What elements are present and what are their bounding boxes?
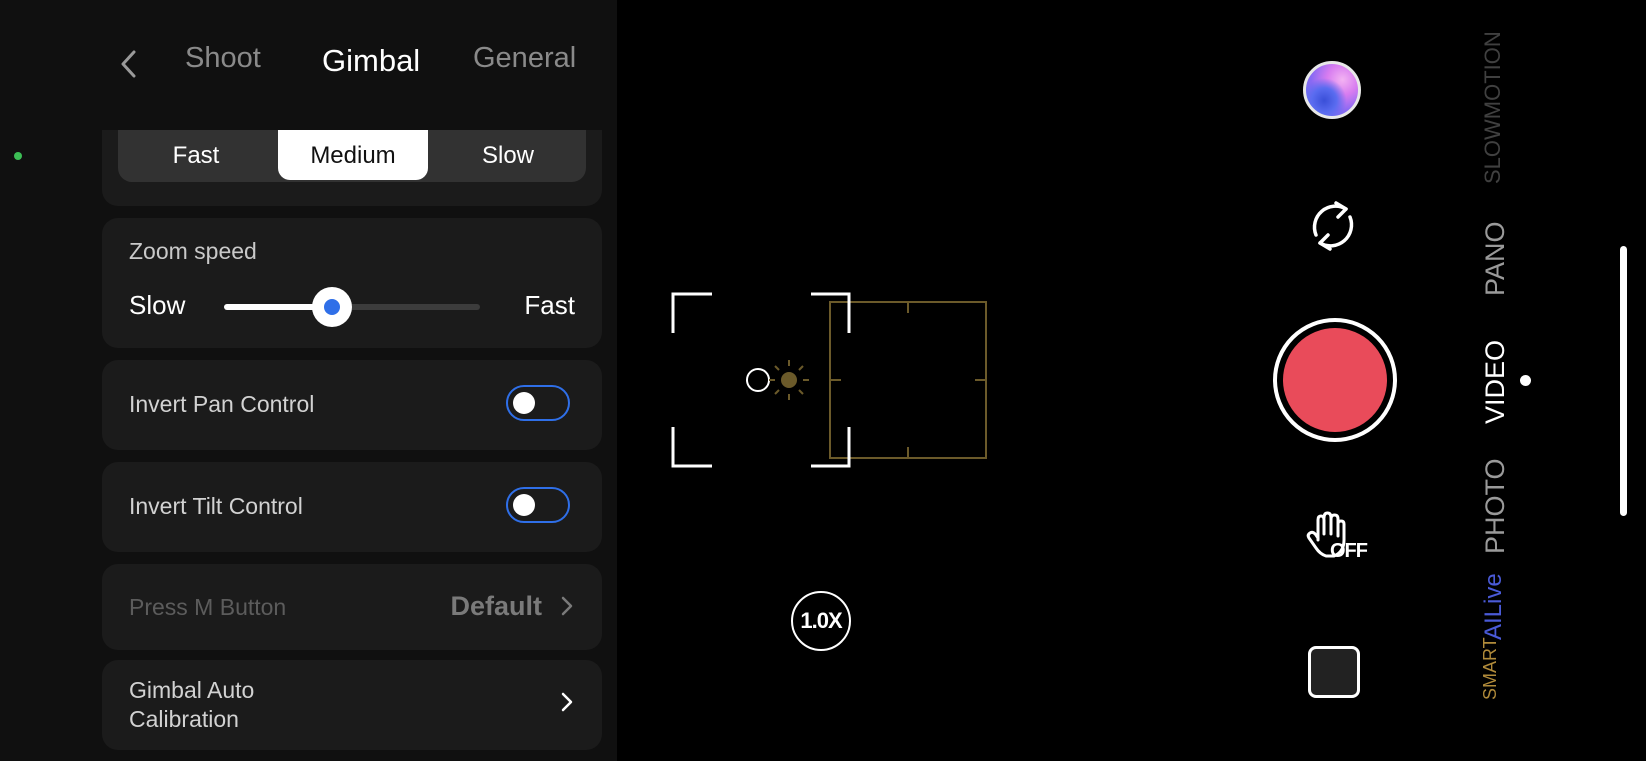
segment-fast[interactable]: Fast [118,130,274,182]
toggle-knob [513,494,535,516]
mode-slowmotion[interactable]: SLOWMOTION [1480,31,1506,184]
speed-segment-card: Fast Medium Slow [102,130,602,206]
mode-ailive[interactable]: AILive [1480,573,1508,640]
tab-shoot[interactable]: Shoot [185,42,261,75]
chevron-right-icon [561,596,573,616]
mode-video[interactable]: VIDEO [1480,340,1511,424]
gimbal-settings-panel: Shoot Gimbal General Fast Medium Slow Zo… [0,0,617,761]
gesture-off-label: OFF [1330,540,1368,562]
chevron-right-icon [561,692,573,712]
press-m-value: Default [450,591,542,621]
invert-tilt-label: Invert Tilt Control [129,493,303,519]
record-button[interactable] [1273,318,1397,442]
zoom-speed-max-label: Fast [524,290,575,320]
zoom-speed-card: Zoom speed Slow Fast [102,218,602,348]
invert-pan-label: Invert Pan Control [129,391,315,417]
status-indicator [14,152,22,160]
speed-segmented-control: Fast Medium Slow [118,130,586,182]
back-chevron-icon[interactable] [118,47,140,81]
gimbal-calibration-label: Gimbal Auto Calibration [129,677,255,732]
metering-circle [746,368,770,392]
segment-slow[interactable]: Slow [430,130,586,182]
tab-gimbal[interactable]: Gimbal [322,43,420,79]
preview-thumbnail[interactable] [1308,646,1360,698]
zoom-level-button[interactable]: 1.0X [791,591,851,651]
gallery-thumbnail[interactable] [1303,61,1361,119]
invert-tilt-toggle[interactable] [506,487,570,523]
zoom-speed-slider[interactable] [224,287,480,327]
mode-photo[interactable]: PHOTO [1480,458,1511,554]
tab-general[interactable]: General [473,42,576,75]
gimbal-calibration-row[interactable]: Gimbal Auto Calibration [102,660,602,750]
invert-pan-toggle[interactable] [506,385,570,421]
press-m-label: Press M Button [129,594,287,620]
zoom-speed-min-label: Slow [129,290,186,320]
toggle-knob [513,392,535,414]
camera-screen: Shoot Gimbal General Fast Medium Slow Zo… [0,0,1646,761]
segment-medium[interactable]: Medium [278,130,428,180]
zoom-speed-knob[interactable] [311,287,352,327]
focus-brackets [671,292,851,468]
switch-camera-icon[interactable] [1306,199,1360,253]
mode-smart[interactable]: SMART [1480,637,1501,700]
selected-mode-indicator [1520,375,1531,386]
invert-pan-row: Invert Pan Control [102,360,602,450]
invert-tilt-row: Invert Tilt Control [102,462,602,552]
press-m-button-row[interactable]: Press M Button Default [102,564,602,650]
gesture-control-button[interactable]: OFF [1306,510,1368,570]
mode-scroll-handle[interactable] [1620,246,1627,516]
zoom-speed-title: Zoom speed [129,238,257,264]
exposure-sun-icon [769,360,809,400]
focus-box [829,301,987,459]
mode-pano[interactable]: PANO [1480,221,1511,296]
